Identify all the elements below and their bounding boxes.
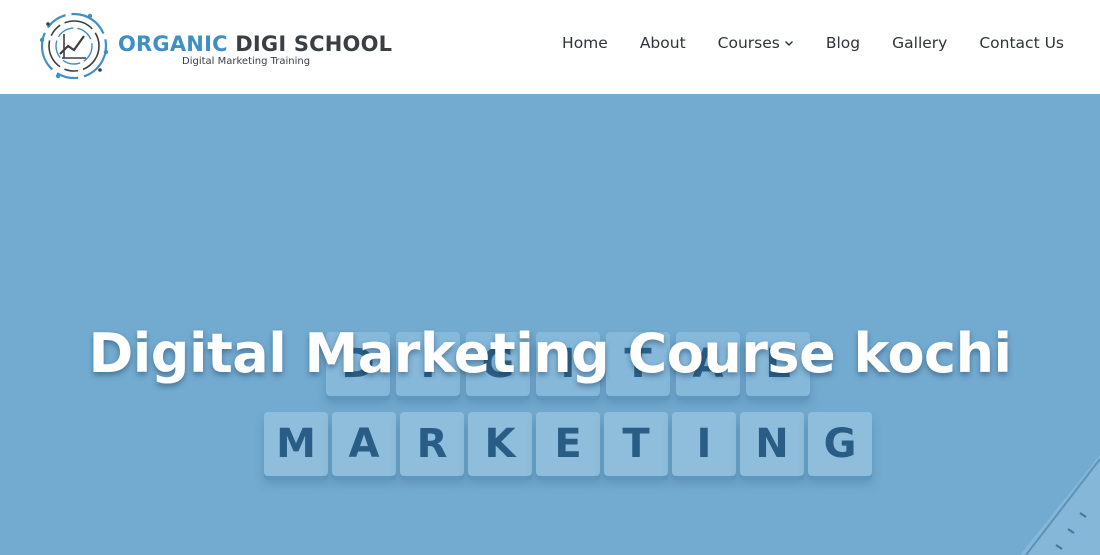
nav-contact-us[interactable]: Contact Us	[979, 34, 1064, 52]
nav-contact-us-label: Contact Us	[979, 34, 1064, 52]
nav-about[interactable]: About	[640, 34, 686, 52]
ruler-decoration-icon	[1020, 455, 1100, 555]
tile-letter: R	[400, 412, 464, 476]
site-header: ORGANIC DIGI SCHOOL Digital Marketing Tr…	[0, 0, 1100, 94]
site-logo[interactable]: ORGANIC DIGI SCHOOL Digital Marketing Tr…	[38, 10, 392, 84]
nav-courses[interactable]: Courses	[718, 34, 794, 52]
nav-courses-label: Courses	[717, 34, 780, 52]
tile-letter: N	[740, 412, 804, 476]
hero-banner: D I G I T A L M A R K E T I N G Digital …	[0, 94, 1100, 555]
brand-name-part1: ORGANIC	[118, 32, 228, 56]
tile-letter: M	[264, 412, 328, 476]
nav-gallery[interactable]: Gallery	[892, 34, 947, 52]
brand-name-part2: DIGI SCHOOL	[235, 32, 393, 56]
tile-letter: A	[332, 412, 396, 476]
nav-home-label: Home	[562, 34, 608, 52]
nav-home[interactable]: Home	[562, 34, 608, 52]
chevron-down-icon	[784, 41, 793, 46]
nav-gallery-label: Gallery	[892, 34, 948, 52]
nav-about-label: About	[639, 34, 686, 52]
circuit-chart-logo-icon	[39, 12, 109, 80]
tile-letter: G	[808, 412, 872, 476]
tile-letter: T	[604, 412, 668, 476]
tile-letter: I	[672, 412, 736, 476]
tile-letter: E	[536, 412, 600, 476]
brand-tagline: Digital Marketing Training	[182, 56, 311, 67]
tile-letter: K	[468, 412, 532, 476]
nav-blog[interactable]: Blog	[826, 34, 860, 52]
nav-blog-label: Blog	[825, 34, 861, 52]
brand-name: ORGANIC DIGI SCHOOL	[118, 32, 392, 56]
main-nav: Home About Courses Blog Gallery Contact …	[562, 34, 1064, 52]
hero-title: Digital Marketing Course kochi	[88, 322, 1012, 386]
